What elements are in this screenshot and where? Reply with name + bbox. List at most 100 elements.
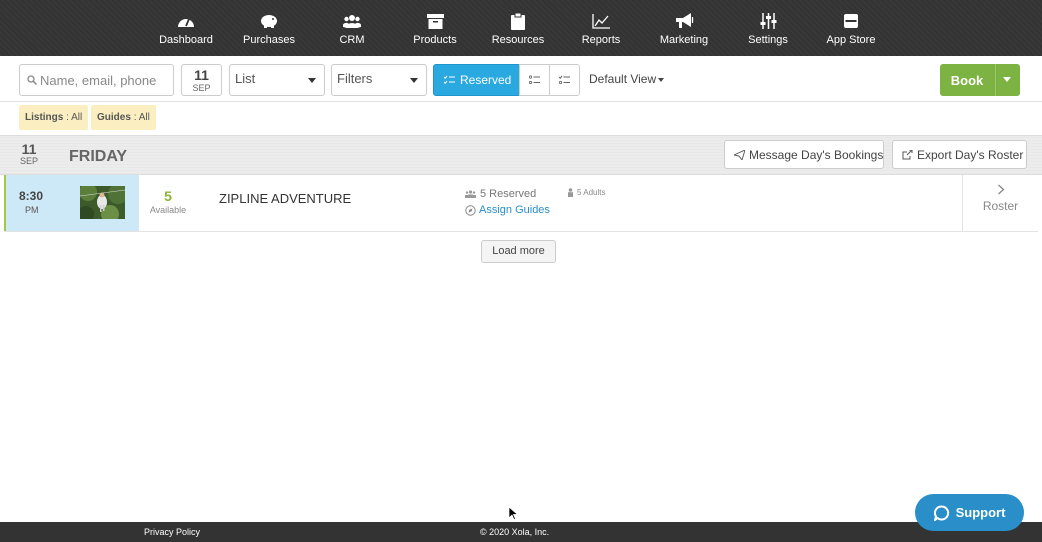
listings-chip[interactable]: Listings : All	[19, 105, 89, 130]
assign-guides-label: Assign Guides	[479, 204, 550, 216]
search-box[interactable]	[19, 64, 174, 96]
availability: 5 Available	[148, 189, 188, 215]
chevron-down-icon	[308, 78, 316, 83]
date-picker[interactable]: 11 SEP	[181, 64, 222, 96]
chip-value: : All	[66, 112, 83, 123]
nav-dashboard-label: Dashboard	[159, 34, 213, 46]
chat-bubble-icon	[933, 505, 950, 521]
booking-ampm: PM	[25, 205, 39, 215]
list-icon	[529, 75, 540, 85]
privacy-policy-link[interactable]: Privacy Policy	[144, 527, 200, 537]
nav-app-store-label: App Store	[826, 34, 876, 46]
booking-time: 8:30	[19, 189, 44, 203]
export-day-roster-button[interactable]: Export Day's Roster	[892, 140, 1027, 169]
available-label: Available	[149, 205, 187, 215]
person-icon	[567, 188, 574, 197]
chip-key: Guides	[97, 112, 131, 123]
assign-guides-link[interactable]: Assign Guides	[465, 204, 550, 216]
copyright-text: © 2020 Xola, Inc.	[480, 527, 550, 537]
listing-thumbnail[interactable]	[80, 186, 125, 219]
message-day-bookings-button[interactable]: Message Day's Bookings	[724, 140, 884, 169]
nav-app-store[interactable]: App Store	[826, 0, 876, 56]
date-picker-day: 11	[194, 67, 209, 83]
chip-value: : All	[133, 112, 150, 123]
nav-products[interactable]: Products	[413, 0, 457, 56]
nav-settings[interactable]: Settings	[748, 0, 788, 56]
day-header: 11 SEP FRIDAY Message Day's Bookings Exp…	[0, 135, 1042, 175]
day-weekday: FRIDAY	[69, 148, 128, 165]
nav-marketing[interactable]: Marketing	[660, 0, 708, 56]
list-all-button[interactable]	[519, 64, 550, 96]
nav-resources-label: Resources	[491, 34, 545, 46]
nav-products-label: Products	[413, 34, 457, 46]
reserved-filter-button[interactable]: Reserved	[433, 64, 520, 96]
reserved-label: 5 Reserved	[480, 188, 537, 200]
roster-button[interactable]: Roster	[962, 175, 1038, 231]
export-icon	[902, 149, 913, 160]
nav-marketing-label: Marketing	[659, 34, 709, 46]
view-select[interactable]: List	[229, 64, 325, 96]
nav-purchases[interactable]: Purchases	[243, 0, 295, 56]
nav-dashboard[interactable]: Dashboard	[159, 0, 213, 56]
paper-plane-icon	[734, 149, 745, 160]
nav-crm-label: CRM	[339, 34, 365, 46]
support-label: Support	[955, 505, 1006, 520]
book-button-label: Book	[950, 73, 984, 88]
checklist-icon	[444, 75, 455, 85]
compass-icon	[465, 204, 476, 216]
reserved-filter-label: Reserved	[460, 73, 512, 87]
dashboard-icon	[177, 12, 195, 30]
booking-row[interactable]: 8:30 PM 5 Available ZIPLINE ADVENTURE 5	[4, 175, 1038, 232]
day-month: SEP	[19, 156, 38, 166]
mouse-cursor-icon	[508, 506, 519, 525]
default-view-label: Default View	[589, 72, 657, 86]
chevron-down-icon	[410, 78, 418, 83]
day-date: 11 SEP	[19, 142, 39, 166]
search-input[interactable]	[40, 72, 165, 88]
export-day-roster-label: Export Day's Roster	[917, 147, 1024, 162]
list-unreserved-button[interactable]	[549, 64, 580, 96]
chevron-down-icon[interactable]	[1003, 77, 1011, 82]
booking-time-cell: 8:30 PM	[4, 175, 139, 231]
nav-settings-label: Settings	[748, 34, 788, 46]
chip-key: Listings	[25, 112, 64, 123]
roster-label: Roster	[982, 199, 1019, 213]
support-button[interactable]: Support	[915, 494, 1024, 531]
nav-crm[interactable]: CRM	[337, 0, 367, 56]
book-button[interactable]: Book	[940, 64, 1020, 96]
toolbar: 11 SEP List Filters Reserved Default Vie…	[0, 56, 1042, 102]
footer: Privacy Policy © 2020 Xola, Inc.	[0, 522, 1042, 542]
nav-reports[interactable]: Reports	[582, 0, 620, 56]
sliders-icon	[760, 12, 777, 30]
nav-resources[interactable]: Resources	[491, 0, 545, 56]
filter-chips: Listings : All Guides : All	[0, 102, 1042, 134]
piggy-bank-icon	[259, 12, 279, 30]
load-more-button[interactable]: Load more	[481, 240, 556, 263]
users-icon	[343, 12, 361, 30]
adults-count: 5 Adults	[567, 188, 605, 197]
reserved-count: 5 Reserved	[465, 188, 536, 200]
top-nav: Dashboard Purchases CRM Products Resourc…	[0, 0, 1042, 56]
search-icon	[27, 75, 37, 85]
day-number: 11	[21, 141, 37, 157]
available-count: 5	[164, 188, 172, 204]
caret-down-icon	[658, 77, 665, 82]
store-icon	[844, 12, 858, 30]
listing-title[interactable]: ZIPLINE ADVENTURE	[219, 191, 351, 206]
adults-label: 5 Adults	[577, 188, 606, 197]
archive-box-icon	[426, 12, 444, 30]
megaphone-icon	[674, 12, 694, 30]
default-view-dropdown[interactable]: Default View	[589, 72, 665, 86]
nav-purchases-label: Purchases	[243, 34, 295, 46]
date-picker-month: SEP	[192, 83, 211, 93]
checklist-icon	[559, 75, 570, 85]
users-icon	[465, 190, 476, 198]
guides-chip[interactable]: Guides : All	[91, 105, 156, 130]
message-day-bookings-label: Message Day's Bookings	[749, 147, 884, 162]
filters-select[interactable]: Filters	[331, 64, 427, 96]
nav-reports-label: Reports	[581, 34, 621, 46]
chevron-right-icon	[963, 184, 1038, 198]
book-divider	[995, 64, 996, 96]
line-chart-icon	[592, 12, 610, 30]
view-select-value: List	[235, 71, 256, 86]
